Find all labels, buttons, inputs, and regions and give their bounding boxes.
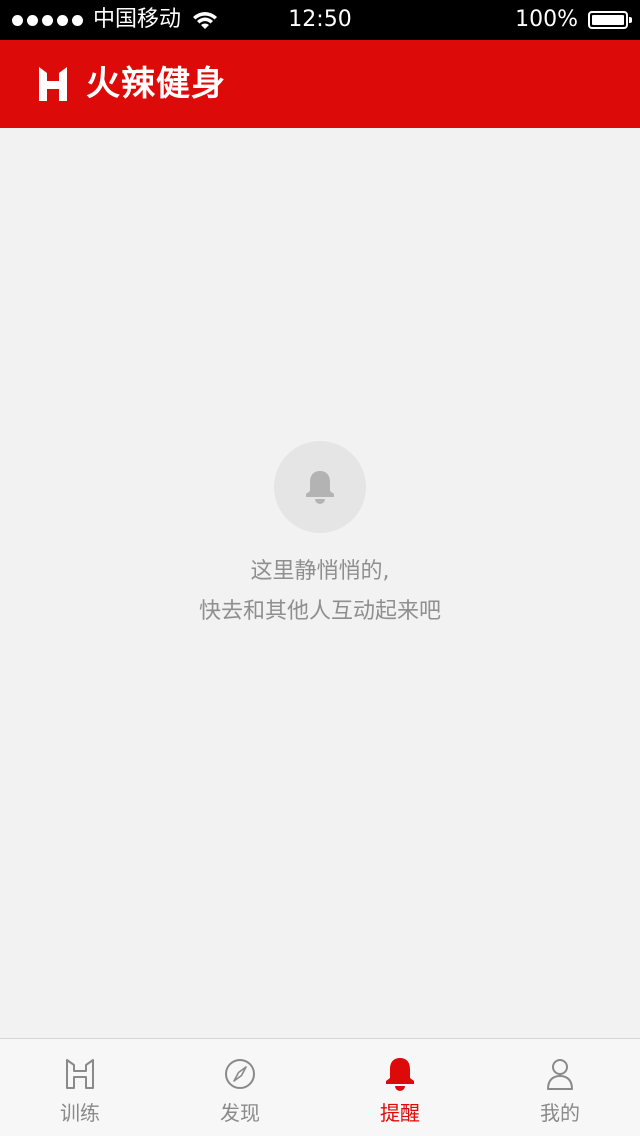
tab-discover[interactable]: 发现 xyxy=(160,1039,320,1136)
tab-discover-label: 发现 xyxy=(220,1101,260,1125)
empty-state: 这里静悄悄的, 快去和其他人互动起来吧 xyxy=(0,441,640,627)
tab-bar: 训练 发现 提醒 我的 xyxy=(0,1038,640,1136)
tab-training-label: 训练 xyxy=(60,1101,100,1125)
tab-training[interactable]: 训练 xyxy=(0,1039,160,1136)
empty-state-message-line1: 这里静悄悄的, xyxy=(250,559,390,584)
empty-state-icon-circle xyxy=(274,441,366,533)
user-icon xyxy=(547,1059,573,1090)
battery-percentage: 100% xyxy=(515,7,578,32)
training-logo-icon xyxy=(66,1059,94,1089)
bell-icon xyxy=(386,1058,414,1091)
empty-state-message-line2: 快去和其他人互动起来吧 xyxy=(198,599,441,624)
tab-reminders-label: 提醒 xyxy=(380,1101,420,1125)
status-bar: 中国移动 12:50 100% xyxy=(0,0,640,40)
compass-icon xyxy=(225,1059,255,1089)
tab-reminders[interactable]: 提醒 xyxy=(320,1039,480,1136)
tab-profile[interactable]: 我的 xyxy=(480,1039,640,1136)
status-right: 100% xyxy=(515,0,632,40)
battery-icon xyxy=(588,11,632,29)
bell-icon xyxy=(306,471,334,504)
tab-profile-label: 我的 xyxy=(540,1101,580,1125)
app-title: 火辣健身 xyxy=(86,64,226,104)
hotfitness-logo-icon xyxy=(39,67,67,101)
app-header: 火辣健身 xyxy=(0,40,640,128)
